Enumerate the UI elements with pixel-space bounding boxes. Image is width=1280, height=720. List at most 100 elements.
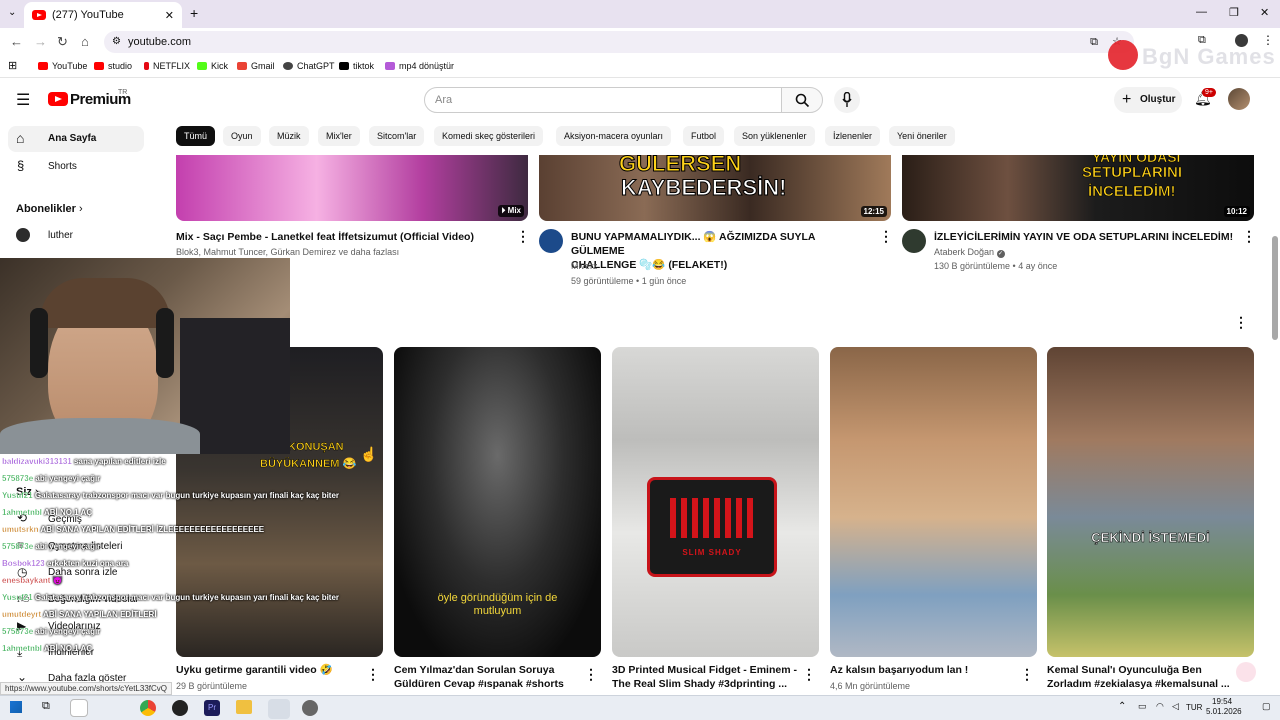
short-thumbnail[interactable]: ÇEKİNDİ İSTEMEDİ [1047, 347, 1254, 657]
task-view-icon[interactable]: ⧉ [42, 700, 50, 713]
sidebar-item-shorts[interactable]: § Shorts [8, 154, 144, 180]
channel-avatar-luther[interactable] [16, 228, 30, 242]
video-title[interactable]: Mix - Saçı Pembe - Lanetkel feat İffetsi… [176, 230, 506, 244]
chip-recently-uploaded[interactable]: Son yüklenenler [734, 126, 815, 146]
video-thumbnail[interactable]: ⏵ Mix [176, 155, 528, 221]
short-thumbnail[interactable]: öyle göründüğüm için de mutluyum [394, 347, 601, 657]
short-thumbnail[interactable] [830, 347, 1037, 657]
chip-gaming[interactable]: Oyun [223, 126, 261, 146]
chrome-active-icon[interactable] [268, 699, 290, 719]
sidebar-label-home: Ana Sayfa [48, 133, 97, 144]
short-title[interactable]: 3D Printed Musical Fidget - Eminem - The … [612, 663, 797, 691]
youtube-logo-icon[interactable] [48, 92, 68, 106]
bookmark-youtube[interactable]: YouTube [38, 61, 87, 71]
bookmark-chatgpt[interactable]: ChatGPT [283, 61, 335, 71]
create-button[interactable]: + Oluştur [1114, 87, 1182, 113]
converter-icon [385, 62, 395, 70]
apps-grid-icon[interactable]: ⊞ [8, 59, 17, 72]
video-channel[interactable]: Ataberk Doğan ✓ [934, 247, 1005, 258]
volume-icon[interactable]: ◁ [1172, 701, 1179, 712]
forward-icon[interactable]: → [34, 34, 47, 49]
windows-start-icon[interactable] [10, 701, 22, 713]
url-field[interactable]: ⚙ youtube.com ⧉ ☆ [104, 31, 1134, 53]
tab-close-icon[interactable]: ✕ [165, 9, 174, 22]
home-icon[interactable]: ⌂ [81, 34, 89, 49]
channel-avatar[interactable] [902, 229, 926, 253]
chip-sketch-comedy[interactable]: Komedi skeç gösterileri [434, 126, 544, 146]
bookmark-tiktok[interactable]: tiktok [339, 61, 374, 71]
chrome-icon[interactable] [140, 700, 156, 716]
file-explorer-icon[interactable] [236, 700, 252, 714]
shorts-shelf-menu-icon[interactable]: ⋮ [1234, 314, 1248, 331]
chip-football[interactable]: Futbol [683, 126, 725, 146]
new-tab-icon[interactable]: + [190, 5, 198, 21]
page-scrollbar[interactable] [1272, 236, 1278, 340]
chip-new-to-you[interactable]: Yeni öneriler [889, 126, 955, 146]
wifi-icon[interactable]: ◠ [1156, 701, 1164, 712]
tray-up-arrow-icon[interactable]: ⌃ [1118, 701, 1126, 712]
video-menu-icon[interactable]: ⋮ [879, 228, 893, 245]
bookmark-netflix[interactable]: NETFLIX [144, 61, 190, 71]
short-menu-icon[interactable]: ⋮ [1020, 666, 1034, 683]
short-menu-icon[interactable]: ⋮ [584, 666, 598, 683]
account-avatar[interactable] [1228, 88, 1250, 110]
premiere-icon[interactable]: Pr [204, 700, 220, 716]
network-icon[interactable]: ▭ [1138, 701, 1147, 712]
short-title[interactable]: Az kalsın başarıyodum lan ! [830, 663, 968, 677]
bookmarks-bar: ⊞ YouTube studio NETFLIX Kick Gmail Chat… [0, 56, 1280, 78]
chip-mixes[interactable]: Mix'ler [318, 126, 360, 146]
taskbar-app-icon[interactable] [70, 699, 88, 717]
short-menu-icon[interactable]: ⋮ [366, 666, 380, 683]
voice-search-button[interactable] [834, 87, 860, 113]
browser-tab[interactable]: (277) YouTube ✕ [24, 2, 182, 28]
subscriptions-header[interactable]: Abonelikler › [16, 203, 83, 215]
short-thumbnail[interactable]: SLIM SHADY [612, 347, 819, 657]
chip-action-adventure[interactable]: Aksiyon-macera oyunları [556, 126, 672, 146]
site-info-icon[interactable]: ⚙ [112, 31, 121, 53]
chip-watched[interactable]: İzlenenler [825, 126, 881, 146]
clock-time[interactable]: 19:54 [1212, 697, 1232, 706]
bookmark-mp4[interactable]: mp4 dönüştür [385, 61, 454, 71]
reload-icon[interactable]: ↻ [57, 34, 68, 50]
video-title[interactable]: İZLEYİCİLERİMİN YAYIN VE ODA SETUPLARINI… [934, 230, 1234, 244]
floating-miniplayer-icon[interactable] [1236, 662, 1256, 682]
video-channel[interactable]: Blok3, Mahmut Tuncer, Gürkan Demirez ve … [176, 247, 399, 257]
chip-music[interactable]: Müzik [269, 126, 309, 146]
hamburger-menu-icon[interactable]: ☰ [16, 90, 30, 110]
bookmark-gmail[interactable]: Gmail [237, 61, 275, 71]
notification-center-icon[interactable]: ▢ [1262, 701, 1271, 712]
video-channel[interactable]: Miverz [571, 261, 598, 271]
clock-date[interactable]: 5.01.2026 [1206, 707, 1242, 716]
chat-username: Bosbok123 [2, 559, 47, 568]
youtube-favicon-icon [32, 10, 46, 20]
cast-icon[interactable]: ⧉ [1090, 31, 1098, 53]
sidebar-sub-luther[interactable]: luther [48, 230, 73, 241]
back-icon[interactable]: ← [10, 34, 23, 49]
tab-search-chevron-icon[interactable]: ⌄ [8, 7, 16, 18]
obs-icon[interactable] [172, 700, 188, 716]
youtube-header: ☰ Premium TR Ara + Oluştur 🔔︎ 9+ [0, 80, 1280, 120]
short-title[interactable]: Kemal Sunal'ı Oyunculuğa Ben Zorladım #ze… [1047, 663, 1230, 691]
minimize-icon[interactable]: — [1196, 6, 1207, 18]
video-thumbnail[interactable]: GÜLERSEN KAYBEDERSİN! 12:15 [539, 155, 891, 221]
window-close-icon[interactable]: ✕ [1260, 6, 1269, 19]
video-menu-icon[interactable]: ⋮ [516, 228, 530, 245]
bookmark-kick[interactable]: Kick [197, 61, 228, 71]
channel-avatar[interactable] [539, 229, 563, 253]
taskbar-app-icon[interactable] [302, 700, 318, 716]
chat-text: ABİ SANA YAPILAN EDİTLERİ İZLEEEEEEEEEEE… [40, 525, 265, 534]
language-indicator[interactable]: TUR [1186, 703, 1202, 712]
short-title[interactable]: Cem Yılmaz'dan Sorulan Soruya Güldüren Ce… [394, 663, 564, 691]
bookmark-studio[interactable]: studio [94, 61, 132, 71]
chip-all[interactable]: Tümü [176, 126, 216, 146]
sidebar-item-home[interactable]: ⌂ Ana Sayfa [8, 126, 144, 152]
video-title[interactable]: BUNU YAPMAMALIYDIK... 😱 AĞZIMIZDA SUYLA … [571, 230, 861, 272]
chat-text: ABİ NO.1 AÇ [43, 644, 93, 653]
short-menu-icon[interactable]: ⋮ [802, 666, 816, 683]
chip-sitcoms[interactable]: Sitcom'lar [369, 126, 425, 146]
maximize-icon[interactable]: ❐ [1229, 6, 1239, 19]
search-button[interactable] [781, 87, 823, 113]
video-menu-icon[interactable]: ⋮ [1242, 228, 1256, 245]
video-thumbnail[interactable]: YAYIN ODASI SETUPLARINI İNCELEDİM! 10:12 [902, 155, 1254, 221]
search-input[interactable]: Ara [424, 87, 782, 113]
